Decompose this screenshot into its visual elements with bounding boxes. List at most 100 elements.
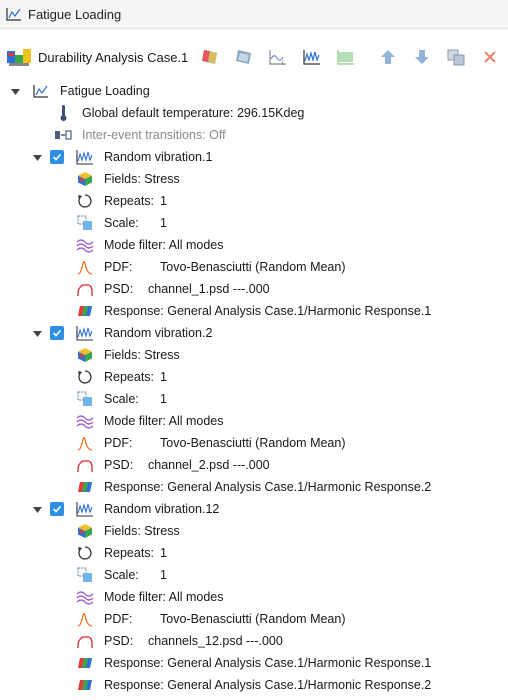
response-rainbow-icon — [76, 478, 94, 496]
fields-label: Fields: Stress — [104, 172, 180, 186]
tree-root-label: Fatigue Loading — [60, 84, 150, 98]
panel-title-bar: Fatigue Loading — [0, 0, 508, 29]
pdf-label: PDF: — [104, 260, 133, 274]
repeats-item[interactable]: Repeats: 1 — [0, 366, 508, 388]
scale-item[interactable]: Scale: 1 — [0, 564, 508, 586]
durability-case-selector[interactable]: Durability Analysis Case.1 — [6, 46, 188, 68]
scale-label: Scale: — [104, 392, 139, 406]
mode-filter-item[interactable]: Mode filter: All modes — [0, 410, 508, 432]
repeats-value: 1 — [160, 546, 167, 560]
mode-filter-item[interactable]: Mode filter: All modes — [0, 586, 508, 608]
durability-case-icon — [6, 46, 34, 68]
fields-cube-icon — [76, 170, 94, 188]
global-temperature-item[interactable]: Global default temperature: 296.15Kdeg — [0, 102, 508, 124]
add-time-history-icon[interactable]: t — [266, 45, 290, 69]
event-name: Random vibration.1 — [104, 150, 213, 164]
delete-icon[interactable] — [478, 45, 502, 69]
random-vibration-icon — [76, 500, 94, 518]
response-label: Response: General Analysis Case.1/Harmon… — [104, 480, 432, 494]
random-vibration-icon — [76, 324, 94, 342]
random-vibration-icon — [76, 148, 94, 166]
fields-label: Fields: Stress — [104, 348, 180, 362]
scale-item[interactable]: Scale: 1 — [0, 388, 508, 410]
global-temperature-label: Global default temperature: 296.15Kdeg — [82, 106, 305, 120]
fields-item[interactable]: Fields: Stress — [0, 520, 508, 542]
event-enabled-checkbox[interactable] — [50, 150, 64, 164]
pdf-item[interactable]: PDF: Tovo-Benasciutti (Random Mean) — [0, 256, 508, 278]
response-item[interactable]: Response: General Analysis Case.1/Harmon… — [0, 300, 508, 322]
event-enabled-checkbox[interactable] — [50, 502, 64, 516]
mode-filter-label: Mode filter: All modes — [104, 590, 224, 604]
scale-value: 1 — [160, 392, 167, 406]
pdf-label: PDF: — [104, 612, 133, 626]
scale-value: 1 — [160, 568, 167, 582]
mode-filter-icon — [76, 588, 94, 606]
repeats-value: 1 — [160, 370, 167, 384]
response-rainbow-icon — [76, 302, 94, 320]
case-label: Durability Analysis Case.1 — [38, 49, 189, 65]
event-name: Random vibration.2 — [104, 326, 213, 340]
repeats-item[interactable]: Repeats: 1 — [0, 542, 508, 564]
response-label: Response: General Analysis Case.1/Harmon… — [104, 678, 432, 692]
pdf-value: Tovo-Benasciutti (Random Mean) — [160, 260, 346, 274]
response-label: Response: General Analysis Case.1/Harmon… — [104, 656, 432, 670]
inter-event-label: Inter-event transitions: Off — [82, 128, 226, 142]
psd-label: PSD: — [104, 458, 134, 472]
scale-label: Scale: — [104, 216, 139, 230]
event-random-vibration-1[interactable]: Random vibration.1 — [0, 146, 508, 168]
repeats-label: Repeats: — [104, 194, 155, 208]
response-item[interactable]: Response: General Analysis Case.1/Harmon… — [0, 652, 508, 674]
fields-item[interactable]: Fields: Stress — [0, 344, 508, 366]
add-load-icon[interactable] — [198, 45, 222, 69]
response-item[interactable]: Response: General Analysis Case.1/Harmon… — [0, 476, 508, 498]
psd-item[interactable]: PSD: channel_1.psd ---.000 — [0, 278, 508, 300]
pdf-curve-icon — [76, 434, 94, 452]
tree-root[interactable]: Fatigue Loading — [0, 80, 508, 102]
scale-icon — [76, 566, 94, 584]
expand-caret-icon[interactable] — [32, 152, 42, 162]
pdf-item[interactable]: PDF: Tovo-Benasciutti (Random Mean) — [0, 432, 508, 454]
mode-filter-item[interactable]: Mode filter: All modes — [0, 234, 508, 256]
scale-icon — [76, 390, 94, 408]
move-down-icon[interactable] — [410, 45, 434, 69]
response-rainbow-icon — [76, 676, 94, 694]
fields-item[interactable]: Fields: Stress — [0, 168, 508, 190]
fields-cube-icon — [76, 522, 94, 540]
event-random-vibration-2[interactable]: Random vibration.2 — [0, 322, 508, 344]
event-random-vibration-12[interactable]: Random vibration.12 — [0, 498, 508, 520]
event-enabled-checkbox[interactable] — [50, 326, 64, 340]
add-schedule-icon[interactable] — [232, 45, 256, 69]
pdf-curve-icon — [76, 610, 94, 628]
mode-filter-icon — [76, 412, 94, 430]
psd-label: PSD: — [104, 282, 134, 296]
add-random-vibration-icon[interactable] — [300, 45, 324, 69]
psd-value: channel_1.psd ---.000 — [148, 282, 270, 296]
psd-value: channel_2.psd ---.000 — [148, 458, 270, 472]
repeats-item[interactable]: Repeats: 1 — [0, 190, 508, 212]
move-up-icon[interactable] — [376, 45, 400, 69]
copy-icon[interactable] — [444, 45, 468, 69]
psd-curve-icon — [76, 280, 94, 298]
expand-caret-icon[interactable] — [32, 328, 42, 338]
psd-value: channels_12.psd ---.000 — [148, 634, 283, 648]
event-name: Random vibration.12 — [104, 502, 220, 516]
add-sine-sweep-icon[interactable] — [334, 45, 358, 69]
fatigue-loading-icon — [32, 82, 50, 100]
fields-label: Fields: Stress — [104, 524, 180, 538]
pdf-curve-icon — [76, 258, 94, 276]
inter-event-item[interactable]: Inter-event transitions: Off — [0, 124, 508, 146]
scale-label: Scale: — [104, 568, 139, 582]
expand-caret-icon[interactable] — [32, 504, 42, 514]
psd-item[interactable]: PSD: channels_12.psd ---.000 — [0, 630, 508, 652]
response-rainbow-icon — [76, 654, 94, 672]
psd-item[interactable]: PSD: channel_2.psd ---.000 — [0, 454, 508, 476]
fields-cube-icon — [76, 346, 94, 364]
expand-caret-icon[interactable] — [10, 86, 20, 96]
pdf-value: Tovo-Benasciutti (Random Mean) — [160, 436, 346, 450]
repeat-icon — [76, 368, 94, 386]
repeats-value: 1 — [160, 194, 167, 208]
psd-label: PSD: — [104, 634, 134, 648]
pdf-item[interactable]: PDF: Tovo-Benasciutti (Random Mean) — [0, 608, 508, 630]
scale-item[interactable]: Scale: 1 — [0, 212, 508, 234]
response-item[interactable]: Response: General Analysis Case.1/Harmon… — [0, 674, 508, 696]
